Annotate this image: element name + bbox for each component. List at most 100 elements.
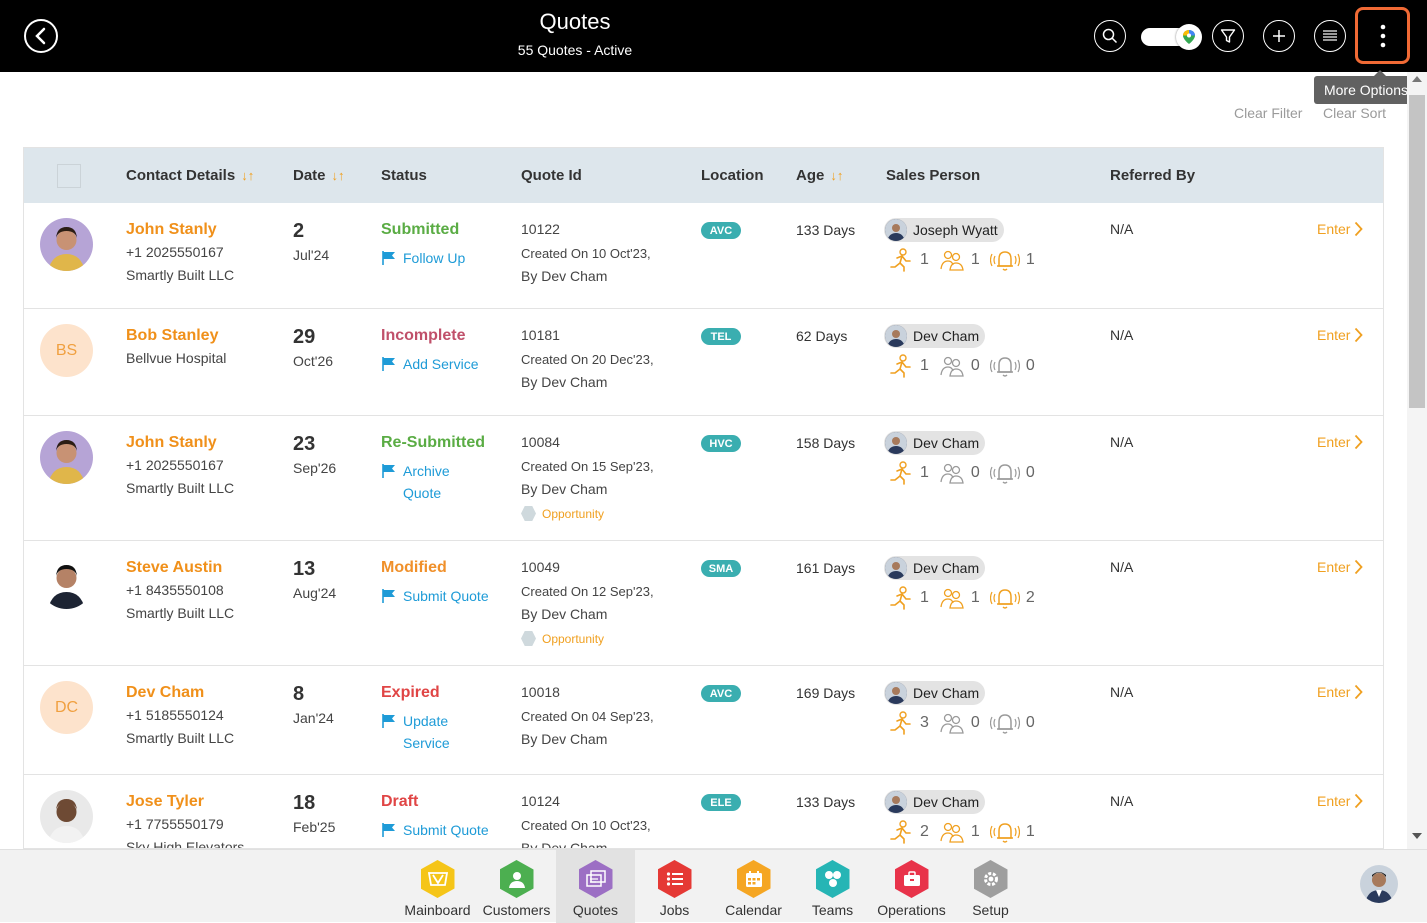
age-value: 133 Days	[796, 794, 856, 810]
contact-name[interactable]: Dev Cham	[126, 684, 204, 702]
sales-person-chip[interactable]: Dev Cham	[884, 324, 986, 348]
table-row[interactable]: BS Bob Stanley Bellvue Hospital 29 Oct'26 Inc…	[24, 309, 1383, 416]
status-action-link[interactable]: Archive Quote	[381, 460, 473, 504]
location-badge: AVC	[701, 685, 741, 702]
stat-meetings: 0	[970, 357, 980, 374]
nav-item-teams[interactable]: Teams	[793, 850, 872, 923]
activity-stats: 1 0 0	[888, 354, 1045, 378]
filter-button[interactable]	[1212, 20, 1244, 52]
opportunity-tag[interactable]: Opportunity	[521, 506, 604, 521]
quote-created-by: By Dev Cham	[521, 606, 608, 622]
contact-name[interactable]: John Stanly	[126, 221, 217, 239]
stat-visits: 1	[920, 251, 929, 268]
list-view-button[interactable]	[1314, 20, 1346, 52]
sales-person-chip[interactable]: Dev Cham	[884, 790, 986, 814]
more-options-tooltip: More Options	[1314, 70, 1418, 104]
table-header: Contact Details ↓↑ Date ↓↑ Status Quote Id…	[24, 148, 1383, 203]
table-row[interactable]: Steve Austin +1 8435550108 Smartly Built L…	[24, 541, 1383, 666]
contact-avatar: DC	[40, 681, 93, 734]
age-value: 161 Days	[796, 560, 856, 576]
sales-person-chip[interactable]: Dev Cham	[884, 556, 986, 580]
sales-person-avatar	[885, 432, 907, 454]
nav-item-operations[interactable]: Operations	[872, 850, 951, 923]
sort-icon[interactable]: ↓↑	[332, 168, 345, 183]
age-value: 169 Days	[796, 685, 856, 701]
nav-item-jobs[interactable]: Jobs	[635, 850, 714, 923]
stat-reminders: 0	[1025, 357, 1035, 374]
sales-person-avatar	[885, 219, 907, 241]
search-button[interactable]	[1094, 20, 1126, 52]
contact-name[interactable]: Bob Stanley	[126, 327, 218, 345]
nav-item-customers[interactable]: Customers	[477, 850, 556, 923]
stat-meetings: 0	[970, 464, 980, 481]
column-contact[interactable]: Contact Details ↓↑	[126, 167, 254, 184]
contact-name[interactable]: Jose Tyler	[126, 793, 204, 811]
more-options-button[interactable]	[1355, 7, 1410, 64]
column-date[interactable]: Date ↓↑	[293, 167, 345, 184]
enter-link[interactable]: Enter	[1317, 559, 1364, 575]
flag-icon	[382, 251, 395, 265]
scrollbar-thumb[interactable]	[1409, 95, 1425, 408]
contact-line-1: Bellvue Hospital	[126, 350, 227, 366]
stat-visits: 1	[920, 357, 929, 374]
location-badge: ELE	[701, 794, 741, 811]
contact-avatar	[40, 556, 93, 609]
sales-person-chip[interactable]: Dev Cham	[884, 681, 986, 705]
date-day: 23	[293, 433, 316, 455]
clear-sort-link[interactable]: Clear Sort	[1323, 105, 1386, 121]
select-all-checkbox[interactable]	[57, 164, 81, 188]
status-action-link[interactable]: Add Service	[381, 353, 478, 375]
stat-reminders: 1	[1025, 251, 1035, 268]
clear-filter-link[interactable]: Clear Filter	[1234, 105, 1302, 121]
status-action-link[interactable]: Update Service	[381, 710, 473, 754]
enter-link[interactable]: Enter	[1317, 221, 1364, 237]
people-icon	[940, 588, 964, 609]
sort-icon[interactable]: ↓↑	[830, 168, 843, 183]
enter-link[interactable]: Enter	[1317, 684, 1364, 700]
enter-link[interactable]: Enter	[1317, 327, 1364, 343]
contact-name[interactable]: Steve Austin	[126, 559, 222, 577]
map-toggle[interactable]	[1141, 24, 1202, 50]
sort-icon[interactable]: ↓↑	[241, 168, 254, 183]
contact-line-2: Smartly Built LLC	[126, 267, 235, 283]
opportunity-tag[interactable]: Opportunity	[521, 631, 604, 646]
status-action-link[interactable]: Submit Quote	[381, 585, 489, 607]
status-action-label: Follow Up	[403, 250, 466, 266]
stat-reminders: 1	[1025, 823, 1035, 840]
nav-item-calendar[interactable]: Calendar	[714, 850, 793, 923]
sales-person-chip[interactable]: Dev Cham	[884, 431, 986, 455]
scroll-up-arrow[interactable]	[1412, 76, 1422, 82]
sales-person-name: Dev Cham	[913, 435, 980, 451]
sales-person-chip[interactable]: Joseph Wyatt	[884, 218, 1004, 242]
back-button[interactable]	[24, 19, 58, 53]
table-row[interactable]: John Stanly +1 2025550167 Smartly Built LL…	[24, 416, 1383, 541]
status-label: Re-Submitted	[381, 434, 485, 451]
page-subtitle: 55 Quotes - Active	[517, 42, 633, 58]
contact-name[interactable]: John Stanly	[126, 434, 217, 452]
status-action-link[interactable]: Follow Up	[381, 247, 465, 269]
top-bar: Quotes 55 Quotes - Active	[0, 0, 1427, 72]
activity-stats: 2 1 1	[888, 820, 1045, 844]
enter-link[interactable]: Enter	[1317, 793, 1364, 809]
status-action-label: Add Service	[403, 356, 479, 372]
date-month: Aug'24	[293, 585, 337, 601]
runner-icon	[890, 820, 911, 844]
nav-item-setup[interactable]: Setup	[951, 850, 1030, 923]
nav-item-mainboard[interactable]: Mainboard	[398, 850, 477, 923]
status-action-link[interactable]: Submit Quote	[381, 819, 489, 841]
table-row[interactable]: John Stanly +1 2025550167 Smartly Built LL…	[24, 203, 1383, 309]
status-label: Draft	[381, 793, 419, 810]
sales-person-avatar	[885, 791, 907, 813]
user-avatar[interactable]	[1360, 865, 1398, 903]
nav-item-quotes[interactable]: Quotes	[556, 850, 635, 923]
add-button[interactable]	[1263, 20, 1295, 52]
sales-person-name: Dev Cham	[913, 685, 980, 701]
chevron-right-icon	[1355, 434, 1364, 450]
table-row[interactable]: Jose Tyler +1 7755550179 Sky High Elevator…	[24, 775, 1383, 848]
enter-link[interactable]: Enter	[1317, 434, 1364, 450]
nav-label: Setup	[972, 902, 1009, 918]
scroll-down-arrow[interactable]	[1412, 833, 1422, 839]
column-age[interactable]: Age ↓↑	[796, 167, 843, 184]
nav-label: Calendar	[725, 902, 782, 918]
table-row[interactable]: DC Dev Cham +1 5185550124 Smartly Built LLC…	[24, 666, 1383, 775]
